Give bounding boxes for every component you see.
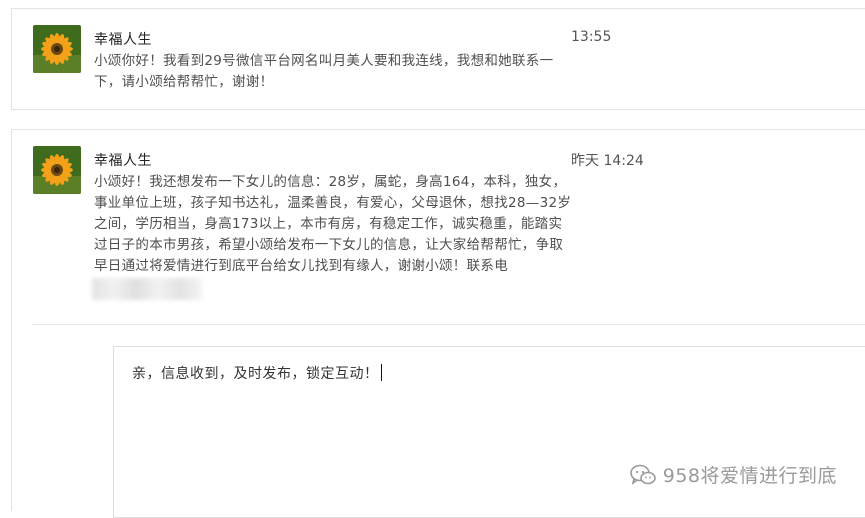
watermark: 958将爱情进行到底 (629, 461, 837, 488)
sender-name: 幸福人生 (94, 32, 152, 48)
redacted-text (92, 278, 202, 300)
reply-input[interactable]: 亲，信息收到，及时发布，锁定互动！ (113, 346, 865, 518)
flower-avatar-icon (33, 146, 81, 194)
message-card: 幸福人生 昨天 14:24 小颂好！我还想发布一下女儿的信息：28岁，属蛇，身高… (11, 129, 865, 518)
divider (32, 324, 865, 325)
message-text: 小颂好！我还想发布一下女儿的信息：28岁，属蛇，身高164，本科，独女，事业单位… (94, 174, 572, 274)
watermark-text: 958将爱情进行到底 (662, 465, 837, 487)
wechat-icon (629, 464, 656, 485)
sender-name: 幸福人生 (94, 153, 152, 169)
avatar[interactable] (33, 146, 81, 194)
message-time: 昨天 14:24 (571, 153, 644, 169)
avatar[interactable] (33, 25, 81, 73)
flower-avatar-icon (33, 25, 81, 73)
message-time: 13:55 (571, 29, 612, 45)
message-card: 幸福人生 13:55 小颂你好！我看到29号微信平台网名叫月美人要和我连线，我想… (11, 8, 865, 110)
reply-text: 亲，信息收到，及时发布，锁定互动！ (132, 363, 382, 383)
message-text: 小颂你好！我看到29号微信平台网名叫月美人要和我连线，我想和她联系一下，请小颂给… (94, 53, 554, 90)
text-cursor (380, 364, 382, 381)
reply-text-content: 亲，信息收到，及时发布，锁定互动！ (132, 366, 379, 382)
